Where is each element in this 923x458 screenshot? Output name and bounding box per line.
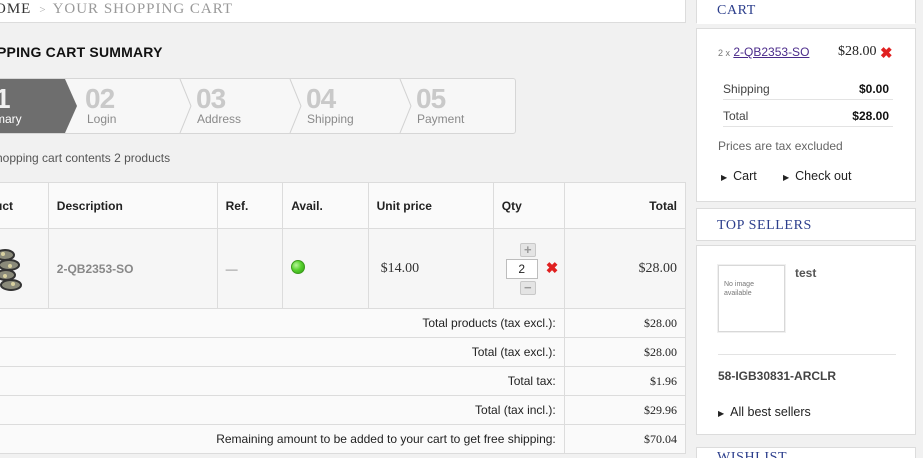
totals-row: Total (tax incl.): $29.96 [0, 395, 687, 425]
cart-item-link[interactable]: 2-QB2353-SO [733, 45, 809, 59]
top-sellers-header: TOP SELLERS [696, 208, 916, 241]
step-number: 02 [85, 83, 115, 114]
step-number: 05 [416, 83, 446, 114]
view-cart-link[interactable]: ▶ Cart [721, 169, 757, 183]
cart-table-header: uct Description Ref. Avail. Unit price Q… [0, 182, 687, 229]
triangle-right-icon: ▶ [721, 173, 728, 182]
remove-item-icon[interactable]: ✖ [880, 44, 893, 62]
cart-block: 2 x 2-QB2353-SO $28.00 ✖ Shipping $0.00 … [696, 28, 916, 202]
product-thumb-cell [0, 228, 49, 309]
breadcrumb-current: YOUR SHOPPING CART [52, 1, 234, 17]
col-total-header: Total [563, 182, 687, 229]
total-products-value: $28.00 [563, 308, 687, 338]
cart-shipping-row: Shipping $0.00 [723, 77, 893, 100]
col-product-header: uct [0, 182, 49, 229]
cart-block-item: 2 x 2-QB2353-SO [718, 45, 809, 59]
step-label: Payment [417, 112, 465, 126]
breadcrumb-separator: > [39, 4, 47, 16]
shipping-value: $0.00 [858, 82, 889, 96]
tax-note: Prices are tax excluded [718, 139, 843, 153]
top-seller-ref[interactable]: 58-IGB30831-ARCLR [718, 369, 836, 383]
total-incl-label: Total (tax incl.): [0, 395, 565, 425]
cart-block-header: CART [696, 0, 916, 24]
step-payment[interactable]: 05 Payment [416, 79, 511, 133]
totals-row: Total (tax excl.): $28.00 [0, 337, 687, 367]
step-label: Shipping [307, 112, 354, 126]
order-steps: 1 mary 02 Login 03 Address 04 Shipping 0… [0, 78, 516, 134]
step-arrow [65, 79, 77, 133]
step-label: Address [197, 112, 242, 126]
shipping-label: Shipping [723, 82, 770, 96]
delete-item-icon[interactable]: ✖ [546, 260, 559, 277]
product-thumbnail[interactable] [0, 238, 31, 299]
qty-input[interactable]: 2 [505, 258, 538, 279]
col-unit-price-header: Unit price [367, 182, 494, 229]
step-number: 03 [196, 83, 226, 114]
top-sellers-block: No image available test 58-IGB30831-ARCL… [696, 245, 916, 435]
total-products-label: Total products (tax excl.): [0, 308, 565, 338]
cart-block-title[interactable]: CART [697, 0, 915, 24]
step-divider [179, 79, 193, 133]
top-sellers-title[interactable]: TOP SELLERS [697, 209, 915, 240]
step-divider [399, 79, 413, 133]
total-value: $28.00 [852, 109, 889, 123]
in-stock-icon [291, 260, 306, 274]
availability-cell [282, 228, 369, 309]
col-avail-header: Avail. [282, 182, 369, 229]
wishlist-header: WISHLIST [696, 447, 916, 458]
cart-total-row: Total $28.00 [723, 104, 893, 127]
triangle-right-icon: ▶ [718, 409, 725, 418]
total-incl-value: $29.96 [563, 395, 687, 425]
total-excl-value: $28.00 [563, 337, 687, 367]
unit-price: $14.00 [367, 228, 494, 309]
step-summary: 1 mary [0, 79, 65, 133]
cart-contents-summary: hopping cart contents 2 products [0, 151, 171, 165]
cart-item-price: $28.00 [838, 44, 877, 59]
triangle-right-icon: ▶ [783, 173, 790, 182]
qty-increase-button[interactable]: + [519, 242, 536, 257]
breadcrumb: OME > YOUR SHOPPING CART [0, 0, 686, 23]
step-address[interactable]: 03 Address [196, 79, 291, 133]
step-number: 1 [0, 83, 11, 114]
total-label: Total [723, 109, 749, 123]
col-description-header: Description [47, 182, 218, 229]
breadcrumb-home-link[interactable]: OME [0, 1, 31, 17]
free-shipping-value: $70.04 [563, 424, 687, 454]
top-seller-name[interactable]: test [795, 266, 816, 280]
free-shipping-label: Remaining amount to be added to your car… [0, 424, 565, 454]
line-total: $28.00 [563, 228, 687, 309]
step-divider [289, 79, 303, 133]
col-ref-header: Ref. [216, 182, 284, 229]
all-best-sellers-label: All best sellers [730, 405, 811, 419]
product-no-image[interactable]: No image available [718, 265, 785, 332]
divider [718, 354, 896, 355]
cart-item-row: 2-QB2353-SO — $14.00 + 2 − ✖ $28.00 [0, 228, 687, 309]
qty-decrease-button[interactable]: − [519, 280, 536, 295]
page-title: PPING CART SUMMARY [0, 44, 163, 60]
step-shipping[interactable]: 04 Shipping [306, 79, 401, 133]
total-tax-value: $1.96 [563, 366, 687, 396]
checkout-label: Check out [795, 169, 852, 183]
step-login[interactable]: 02 Login [85, 79, 180, 133]
wishlist-title[interactable]: WISHLIST [697, 448, 915, 458]
all-best-sellers-link[interactable]: ▶ All best sellers [718, 405, 811, 419]
view-cart-label: Cart [733, 169, 757, 183]
totals-row: Remaining amount to be added to your car… [0, 424, 687, 454]
totals-row: Total tax: $1.96 [0, 366, 687, 396]
cart-table: uct Description Ref. Avail. Unit price Q… [0, 182, 687, 454]
totals-row: Total products (tax excl.): $28.00 [0, 308, 687, 338]
total-tax-label: Total tax: [0, 366, 565, 396]
total-excl-label: Total (tax excl.): [0, 337, 565, 367]
step-number: 04 [306, 83, 336, 114]
qty-cell: + 2 − ✖ [492, 228, 565, 309]
step-label: mary [0, 112, 22, 126]
cart-item-quantity: 2 x [718, 48, 731, 58]
col-qty-header: Qty [492, 182, 565, 229]
product-ref: — [216, 228, 284, 309]
checkout-link[interactable]: ▶ Check out [783, 169, 851, 183]
step-label: Login [87, 112, 117, 126]
product-description[interactable]: 2-QB2353-SO [47, 228, 218, 309]
no-image-text: No image available [724, 281, 754, 297]
